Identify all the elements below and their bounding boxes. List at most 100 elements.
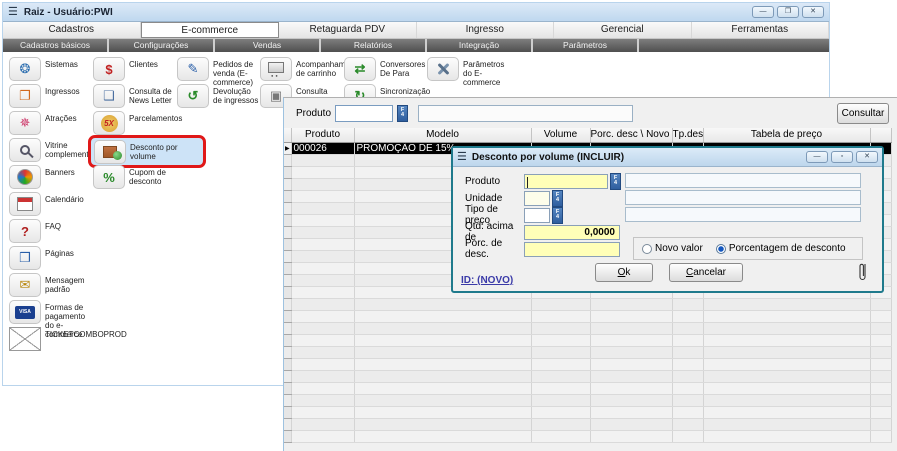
tool-item-acompanhamento-carrinho[interactable]: Acompanhamento de carrinho [260, 57, 342, 84]
table-cell [590, 298, 672, 310]
text-caret [527, 177, 528, 188]
tool-item-desconto-por-volume[interactable]: Desconto por volume [88, 135, 206, 168]
table-row-empty[interactable] [284, 430, 891, 442]
restore-button[interactable]: ❐ [777, 6, 799, 18]
row-selector-cell [284, 190, 291, 202]
table-row-empty[interactable] [284, 394, 891, 406]
table-row-empty[interactable] [284, 310, 891, 322]
produto-lookup-f4-button[interactable]: F4 [610, 173, 621, 190]
filter-produto-input[interactable] [335, 105, 393, 122]
column-header[interactable]: Tp.desc [672, 128, 703, 142]
tool-item-clientes[interactable]: $Clientes [93, 57, 175, 84]
tool-item-parametros-ecommerce[interactable]: Parâmetros do E-commerce [427, 57, 509, 84]
row-selector-cell [284, 418, 291, 430]
table-row-empty[interactable] [284, 370, 891, 382]
dialog-close-button[interactable]: ✕ [856, 151, 878, 163]
table-cell [703, 346, 870, 358]
table-row-empty[interactable] [284, 346, 891, 358]
hamburger-icon[interactable]: ☰ [8, 7, 18, 18]
tool-item-vitrine-complementar[interactable]: Vitrine complementar [9, 138, 91, 165]
tool-item-paginas[interactable]: ❒Páginas [9, 246, 91, 273]
tab-ferramentas[interactable]: Ferramentas [692, 22, 830, 38]
menu-item-relat-rios[interactable]: Relatórios [321, 39, 427, 52]
table-row-empty[interactable] [284, 406, 891, 418]
tool-item-conversores-de-para[interactable]: ⇄Conversores De Para [344, 57, 426, 84]
ok-button[interactable]: Ok [595, 263, 653, 282]
tab-e-commerce[interactable]: E-commerce [141, 22, 280, 38]
tool-item-label: Devolução de ingressos [213, 87, 259, 105]
menu-item-par-metros[interactable]: Parâmetros [533, 39, 639, 52]
tool-item-consulta-news-letter[interactable]: ❑Consulta de News Letter [93, 84, 175, 111]
table-cell [870, 394, 891, 406]
unidade-field-input[interactable] [524, 191, 550, 206]
tab-ingresso[interactable]: Ingresso [417, 22, 555, 38]
row-selector-cell [284, 202, 291, 214]
minimize-button[interactable]: — [752, 6, 774, 18]
table-row-empty[interactable] [284, 382, 891, 394]
selector-column-header [284, 128, 291, 142]
tool-item-atracoes[interactable]: ✵Atrações [9, 111, 91, 138]
produto-field-input[interactable] [524, 174, 608, 189]
tool-item-mensagem-padrao[interactable]: ✉Mensagem padrão [9, 273, 91, 300]
column-header[interactable]: Tabela de preço [703, 128, 870, 142]
radio-novo-valor[interactable]: Novo valor [642, 243, 703, 254]
menu-item-vendas[interactable]: Vendas [215, 39, 321, 52]
cancel-button[interactable]: Cancelar [669, 263, 743, 282]
lookup-f4-button[interactable]: F4 [397, 105, 408, 122]
menu-item-integra-o[interactable]: Integração [427, 39, 533, 52]
column-header[interactable]: Modelo [354, 128, 531, 142]
dialog-minimize-button[interactable]: — [806, 151, 828, 163]
radio-novo-valor-dot[interactable] [642, 244, 652, 254]
table-row-empty[interactable] [284, 334, 891, 346]
table-cell [291, 250, 354, 262]
tab-gerencial[interactable]: Gerencial [554, 22, 692, 38]
tool-item-cupom-desconto[interactable]: %Cupom de desconto [93, 165, 175, 192]
tab-cadastros[interactable]: Cadastros [3, 22, 141, 38]
tool-item-label: Clientes [129, 60, 158, 69]
unidade-lookup-f4-button[interactable]: F4 [552, 190, 563, 207]
radio-porcentagem[interactable]: Porcentagem de desconto [716, 243, 846, 254]
table-cell [354, 298, 531, 310]
consultar-button[interactable]: Consultar [837, 103, 889, 124]
tipo-preco-lookup-f4-button[interactable]: F4 [552, 207, 563, 224]
column-header[interactable]: Volume [531, 128, 590, 142]
menu-item-cadastros-b-sicos[interactable]: Cadastros básicos [3, 39, 109, 52]
tool-item-devolucao-ingressos[interactable]: ↺Devolução de ingressos [177, 84, 259, 111]
radio-porcentagem-dot[interactable] [716, 244, 726, 254]
table-cell [590, 382, 672, 394]
tool-item-calendario[interactable]: Calendário [9, 192, 91, 219]
porc-desc-field-input[interactable] [524, 242, 620, 257]
menu-item-configura-es[interactable]: Configurações [109, 39, 215, 52]
table-cell [531, 346, 590, 358]
table-row-empty[interactable] [284, 322, 891, 334]
tool-item-banners[interactable]: Banners [9, 165, 91, 192]
tool-item-sistemas[interactable]: ❂Sistemas [9, 57, 91, 84]
column-header[interactable]: Produto [291, 128, 354, 142]
tool-item-ticketcomboprod[interactable]: TICKETCOMBOPROD [9, 327, 91, 354]
paperclip-attachment-icon[interactable] [857, 261, 868, 288]
qtd-acima-field-input[interactable]: 0,0000 [524, 225, 620, 240]
id-novo-link[interactable]: ID: (NOVO) [461, 275, 513, 286]
row-selector-cell [284, 214, 291, 226]
table-row-empty[interactable] [284, 358, 891, 370]
placeholder-x-icon [9, 327, 41, 351]
tool-item-formas-pagamento[interactable]: VISAFormas de pagamento do e-commerce [9, 300, 91, 327]
column-header[interactable]: Porc. desc \ Novo valor [590, 128, 672, 142]
tool-item-pedidos-venda[interactable]: ✎Pedidos de venda (E-commerce) [177, 57, 259, 84]
table-row-empty[interactable] [284, 418, 891, 430]
row-selector-cell [284, 382, 291, 394]
close-button[interactable]: ✕ [802, 6, 824, 18]
tool-item-faq[interactable]: ?FAQ [9, 219, 91, 246]
table-cell [291, 334, 354, 346]
tipo-preco-description-field [625, 207, 861, 222]
window-title: Raiz - Usuário:PWI [24, 7, 113, 18]
dialog-menu-icon[interactable]: ☰ [457, 152, 467, 163]
dialog-restore-button[interactable]: ▫ [831, 151, 853, 163]
tipo-preco-field-input[interactable] [524, 208, 550, 223]
table-cell [672, 394, 703, 406]
tool-item-parcelamentos[interactable]: 5XParcelamentos [93, 111, 175, 138]
dialog-window-controls: — ▫ ✕ [806, 151, 878, 163]
tool-item-ingressos[interactable]: ❐Ingressos [9, 84, 91, 111]
tab-retaguarda-pdv[interactable]: Retaguarda PDV [279, 22, 417, 38]
table-row-empty[interactable] [284, 298, 891, 310]
